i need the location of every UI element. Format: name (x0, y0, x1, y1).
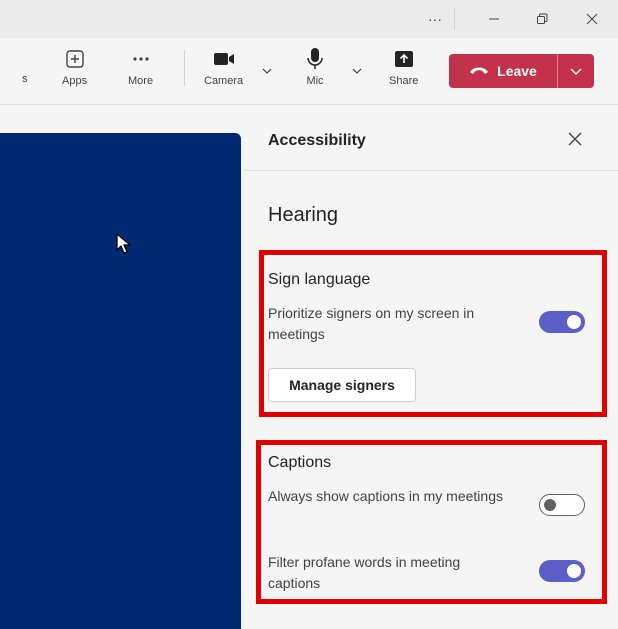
more-button[interactable]: More (128, 46, 153, 87)
toolbar-divider (184, 50, 185, 86)
leave-button-group: Leave (449, 54, 594, 88)
camera-label: Camera (204, 75, 244, 87)
more-options-label: ··· (428, 11, 442, 27)
hearing-section-title: Hearing (268, 204, 339, 226)
leave-label: Leave (497, 63, 537, 79)
share-button[interactable]: Share (389, 46, 418, 87)
mic-button[interactable]: Mic (305, 46, 325, 87)
titlebar-divider (454, 8, 455, 30)
more-label: More (128, 75, 154, 87)
leave-button[interactable]: Leave (449, 54, 558, 88)
share-label: Share (389, 75, 419, 87)
ellipsis-icon (131, 46, 151, 72)
minimize-icon[interactable] (477, 6, 511, 32)
camera-button[interactable]: Camera (204, 46, 243, 87)
apps-label: Apps (62, 75, 88, 87)
leave-options-chevron-icon[interactable] (558, 54, 594, 88)
panel-title: Accessibility (268, 132, 366, 149)
panel-header: Accessibility (244, 105, 618, 171)
hang-up-icon (470, 67, 489, 74)
microphone-icon (305, 46, 325, 72)
camera-options-chevron-icon[interactable] (260, 64, 274, 78)
meeting-stage (0, 133, 241, 629)
meeting-toolbar: s Apps More Camera Mic Share Leave (0, 38, 618, 105)
title-bar: ··· (0, 0, 618, 38)
close-icon[interactable] (566, 130, 584, 148)
apps-button[interactable]: Apps (62, 46, 87, 87)
more-options-icon[interactable]: ··· (418, 6, 452, 32)
mic-options-chevron-icon[interactable] (350, 64, 364, 78)
apps-icon (65, 46, 85, 72)
captions-highlight-box (256, 440, 607, 604)
camera-icon (212, 46, 236, 72)
close-window-icon[interactable] (575, 6, 609, 32)
mouse-cursor-icon (116, 233, 132, 254)
truncated-tool-label: s (22, 73, 28, 85)
restore-icon[interactable] (525, 6, 559, 32)
sign-language-highlight-box (259, 250, 607, 417)
share-screen-icon (393, 46, 415, 72)
mic-label: Mic (306, 75, 324, 87)
